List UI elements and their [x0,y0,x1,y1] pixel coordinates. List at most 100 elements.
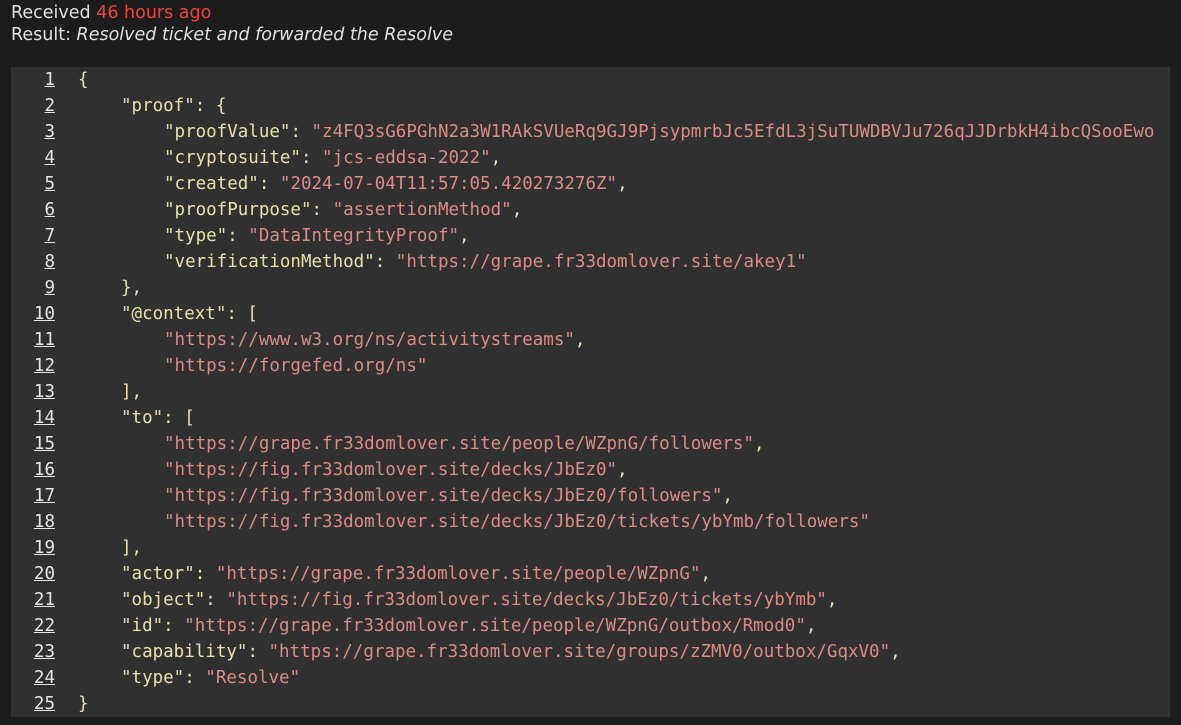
json-punctuation: , [490,148,502,168]
code-text: "https://fig.fr33domlover.site/decks/JbE… [164,483,733,509]
line-number-link[interactable]: 7 [11,223,55,249]
code-line: 20 "actor": "https://grape.fr33domlover.s… [11,561,711,587]
json-punctuation: } [78,694,89,714]
line-number-link[interactable]: 18 [11,509,55,535]
code-line: 22 "id": "https://grape.fr33domlover.site… [11,613,816,639]
json-punctuation: , [805,616,817,636]
line-number-link[interactable]: 15 [11,431,55,457]
json-punctuation: , [700,564,712,584]
line-number-link[interactable]: 24 [11,665,55,691]
json-string: "2024-07-04T11:57:05.420273276Z" [279,174,618,194]
result-label: Result: [11,25,71,45]
line-number-link[interactable]: 21 [11,587,55,613]
line-number-link[interactable]: 14 [11,405,55,431]
line-number-link[interactable]: 10 [11,301,55,327]
code-text: "https://www.w3.org/ns/activitystreams", [164,327,585,353]
line-number-link[interactable]: 4 [11,145,55,171]
json-string: "https://fig.fr33domlover.site/decks/JbE… [164,486,723,506]
json-punctuation: : [194,564,216,584]
json-string: "https://fig.fr33domlover.site/decks/JbE… [164,460,618,480]
line-number-link[interactable]: 25 [11,691,55,717]
json-string: "Resolve" [205,668,301,688]
code-text: "proofValue": "z4FQ3sG6PGhN2a3W1RAkSVUeR… [164,119,1154,145]
json-string: "https://www.w3.org/ns/activitystreams" [164,330,575,350]
line-number-link[interactable]: 1 [11,67,55,93]
json-punctuation: : [ [226,304,258,324]
code-line: 23 "capability": "https://grape.fr33domlo… [11,639,901,665]
code-line: 1{ [11,67,88,93]
json-key: "actor" [121,564,195,584]
json-punctuation: : [184,668,206,688]
json-key: "@context" [121,304,227,324]
line-number-link[interactable]: 8 [11,249,55,275]
json-key: "type" [164,226,228,246]
code-line: 14 "to": [ [11,405,195,431]
code-line: 13], [11,379,142,405]
code-line: 18 "https://fig.fr33domlover.site/decks/J… [11,509,870,535]
json-string: "assertionMethod" [332,200,512,220]
code-text: ], [121,379,142,405]
code-text: "verificationMethod": "https://grape.fr3… [164,249,807,275]
json-punctuation: { [78,70,89,90]
json-key: "to" [121,408,164,428]
line-number-link[interactable]: 20 [11,561,55,587]
code-text: "proof": { [121,93,226,119]
line-number-link[interactable]: 11 [11,327,55,353]
line-number-link[interactable]: 23 [11,639,55,665]
code-text: "@context": [ [121,301,258,327]
line-number-link[interactable]: 16 [11,457,55,483]
code-text: "https://grape.fr33domlover.site/people/… [164,431,765,457]
code-text: "proofPurpose": "assertionMethod", [164,197,522,223]
json-key: "proof" [121,96,195,116]
code-line: 24 "type": "Resolve" [11,665,300,691]
line-number-link[interactable]: 2 [11,93,55,119]
code-line: 9}, [11,275,142,301]
received-line: Received 46 hours ago [11,2,453,24]
code-line: 10 "@context": [ [11,301,258,327]
json-key: "created" [164,174,259,194]
json-punctuation: : [290,122,312,142]
line-number-link[interactable]: 6 [11,197,55,223]
line-number-link[interactable]: 12 [11,353,55,379]
json-string: "https://grape.fr33domlover.site/groups/… [268,642,891,662]
line-number-link[interactable]: 19 [11,535,55,561]
code-text: "https://fig.fr33domlover.site/decks/JbE… [164,457,628,483]
json-string: "https://grape.fr33domlover.site/people/… [215,564,701,584]
json-punctuation: : { [194,96,227,116]
json-punctuation: , [722,486,733,506]
code-line: 2 "proof": { [11,93,226,119]
json-key: "capability" [121,642,248,662]
json-punctuation: }, [121,278,143,298]
line-number-link[interactable]: 17 [11,483,55,509]
code-text: "cryptosuite": "jcs-eddsa-2022", [164,145,501,171]
line-number-link[interactable]: 22 [11,613,55,639]
json-string: "https://fig.fr33domlover.site/decks/JbE… [164,512,870,532]
json-punctuation: , [754,434,765,454]
line-number-link[interactable]: 13 [11,379,55,405]
json-key: "verificationMethod" [164,252,375,272]
code-text: "to": [ [121,405,195,431]
received-time: 46 hours ago [96,3,212,23]
line-number-link[interactable]: 9 [11,275,55,301]
json-punctuation: , [890,642,901,662]
code-text: "type": "Resolve" [121,665,300,691]
json-code-block: 1{2 "proof": {3 "proofValue": "z4FQ3sG6PGh… [11,67,1170,717]
code-line: 6 "proofPurpose": "assertionMethod", [11,197,522,223]
code-line: 25} [11,691,89,717]
json-punctuation: , [511,200,523,220]
json-punctuation: : [300,148,323,168]
json-string: "z4FQ3sG6PGhN2a3W1RAkSVUeRq9GJ9PjsypmrbJ… [311,122,1155,142]
code-line: 4 "cryptosuite": "jcs-eddsa-2022", [11,145,501,171]
code-line: 3 "proofValue": "z4FQ3sG6PGhN2a3W1RAkSVUe… [11,119,1154,145]
code-line: 5 "created": "2024-07-04T11:57:05.4202732… [11,171,627,197]
json-key: "type" [121,668,185,688]
json-string: "https://grape.fr33domlover.site/akey1" [395,252,807,272]
line-number-link[interactable]: 3 [11,119,55,145]
json-string: "DataIntegrityProof" [248,226,460,246]
result-value: Resolved ticket and forwarded the Resolv… [76,25,453,45]
result-line: Result: Resolved ticket and forwarded th… [11,24,453,46]
json-key: "id" [121,616,164,636]
line-number-link[interactable]: 5 [11,171,55,197]
code-text: "object": "https://fig.fr33domlover.site… [121,587,837,613]
code-line: 8 "verificationMethod": "https://grape.fr… [11,249,806,275]
